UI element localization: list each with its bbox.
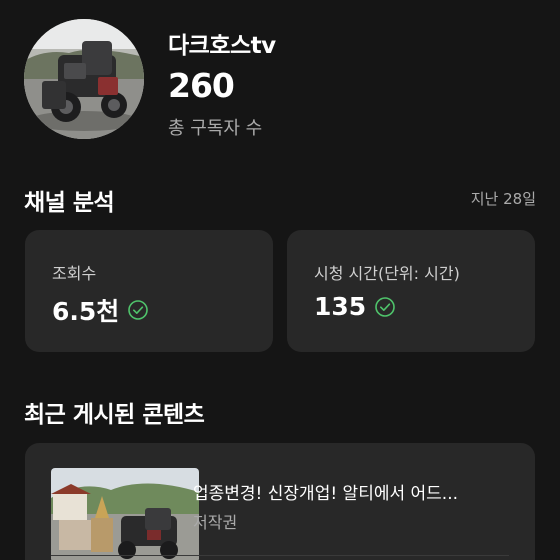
watch-time-value-row: 135: [314, 292, 396, 321]
video-copyright-status: 저작권: [193, 513, 238, 532]
analytics-title: 채널 분석: [24, 190, 115, 216]
recent-content-card: 업종변경! 신장개업! 알티에서 어드... 저작권: [25, 443, 535, 560]
watch-time-label: 시청 시간(단위: 시간): [314, 264, 460, 283]
subscriber-count: 260: [168, 66, 235, 105]
check-circle-icon: [128, 300, 149, 320]
card-divider: [51, 555, 509, 556]
video-thumbnail-image: [51, 468, 199, 560]
views-label: 조회수: [52, 264, 97, 283]
views-card[interactable]: 조회수 6.5천: [25, 230, 273, 352]
analytics-period: 지난 28일: [470, 190, 536, 208]
channel-dashboard: 다크호스tv 260 총 구독자 수 채널 분석 지난 28일 조회수 6.5천…: [0, 0, 560, 560]
video-thumbnail[interactable]: [51, 468, 199, 560]
subscriber-label: 총 구독자 수: [168, 118, 263, 139]
watch-time-value: 135: [314, 292, 367, 321]
channel-avatar[interactable]: [24, 19, 144, 139]
watch-time-card[interactable]: 시청 시간(단위: 시간) 135: [287, 230, 535, 352]
views-value: 6.5천: [52, 297, 120, 326]
motorcycle-photo: [24, 19, 144, 139]
recent-content-title: 최근 게시된 콘텐츠: [24, 402, 205, 428]
channel-name: 다크호스tv: [168, 33, 276, 59]
check-circle-icon: [375, 296, 395, 317]
views-value-row: 6.5천: [52, 292, 149, 328]
video-title[interactable]: 업종변경! 신장개업! 알티에서 어드...: [193, 479, 513, 504]
